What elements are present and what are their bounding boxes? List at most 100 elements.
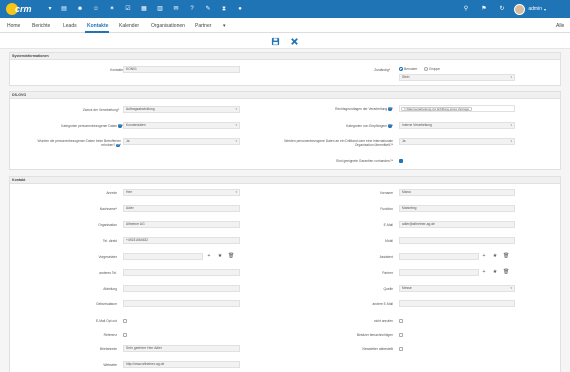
webseite-field[interactable]: http://www.alfnetner-ag.de bbox=[123, 361, 240, 368]
organisation-label: Organisation bbox=[98, 223, 117, 227]
andere-email-label: andere E-Mail bbox=[372, 302, 393, 306]
nav-leads[interactable]: Leads bbox=[63, 23, 77, 29]
assistent-label: Assistent bbox=[379, 255, 393, 259]
erhoben-select[interactable]: Ja ▾ bbox=[123, 138, 240, 145]
nachname-label: Nachname* bbox=[99, 207, 117, 211]
funktion-label: Funktion bbox=[380, 207, 393, 211]
hourglass-icon[interactable]: ⧗ bbox=[220, 5, 228, 13]
chevron-down-icon: ▾ bbox=[510, 123, 512, 127]
help-icon[interactable]: ? bbox=[188, 5, 196, 13]
briefanrede-field[interactable]: Sehr geehrter Herr Adler bbox=[123, 345, 240, 352]
nachname-field[interactable]: Adler bbox=[123, 205, 240, 212]
section-title: Systeminformationen bbox=[10, 53, 560, 60]
nav-all[interactable]: Alle bbox=[556, 23, 564, 29]
andere-email-field[interactable] bbox=[399, 300, 515, 307]
zustaendig-label: Zuständig* bbox=[374, 68, 390, 72]
email-optout-label: E-Mail Opt out bbox=[95, 319, 117, 323]
chevron-down-icon: ▾ bbox=[235, 123, 237, 127]
documents-icon[interactable]: ▤ bbox=[60, 5, 68, 13]
search-icon[interactable]: ⚲ bbox=[462, 5, 470, 13]
nav-berichte[interactable]: Berichte bbox=[32, 23, 50, 29]
besitzer-label: Besitzer benachrichtigen bbox=[356, 333, 393, 337]
zweck-select[interactable]: Auftragsabwicklung ▾ bbox=[123, 106, 240, 113]
action-bar bbox=[0, 33, 570, 49]
geburtsdatum-field[interactable] bbox=[123, 300, 240, 307]
trash-icon[interactable]: 🗑 bbox=[503, 253, 509, 259]
anrede-label: Anrede bbox=[106, 191, 117, 195]
app-logo[interactable]: crm bbox=[2, 1, 48, 17]
calendar-icon[interactable]: ▦ bbox=[140, 5, 148, 13]
abteilung-field[interactable] bbox=[123, 285, 240, 292]
anrede-select[interactable]: Herr ▾ bbox=[123, 189, 240, 196]
vorgesetzter-field[interactable] bbox=[123, 253, 203, 260]
nav-kontakte[interactable]: Kontakte bbox=[87, 23, 108, 29]
rechtsgrundlagen-chip[interactable]: × Datenverarbeitung zur Erfüllung eines … bbox=[401, 107, 472, 111]
user-menu[interactable]: admin ▾ bbox=[514, 3, 546, 15]
drittland-select[interactable]: Ja ▾ bbox=[399, 138, 515, 145]
nav-home[interactable]: Home bbox=[7, 23, 20, 29]
email-field[interactable]: adler@alfnetner-ag.de bbox=[399, 221, 515, 228]
radio-gruppe-label: Gruppe bbox=[429, 67, 440, 71]
tasks-icon[interactable]: ☑ bbox=[124, 5, 132, 13]
email-icon[interactable]: ✉ bbox=[172, 5, 180, 13]
contacts-icon[interactable]: ☻ bbox=[76, 5, 84, 13]
email-label: E-Mail bbox=[383, 223, 393, 227]
nav-organisationen[interactable]: Organisationen bbox=[151, 23, 185, 29]
garantien-checkbox[interactable] bbox=[399, 159, 403, 163]
radio-benutzer[interactable] bbox=[399, 67, 403, 71]
zustaendig-select[interactable]: Stein ▾ bbox=[399, 74, 515, 81]
partner-label: Partner bbox=[382, 271, 393, 275]
star-icon[interactable]: ★ bbox=[492, 269, 498, 275]
handshake-icon[interactable]: ✶ bbox=[108, 5, 116, 13]
menu-icon[interactable]: ▾ bbox=[46, 5, 54, 13]
quelle-select[interactable]: Messe ▾ bbox=[399, 285, 515, 292]
newsletter-label: Newsletter abbestellt bbox=[362, 347, 393, 351]
users-icon[interactable]: ☺ bbox=[92, 5, 100, 13]
nav-partner[interactable]: Partner bbox=[195, 23, 211, 29]
flag-icon[interactable]: ⚑ bbox=[480, 5, 488, 13]
plus-icon[interactable]: + bbox=[481, 253, 487, 259]
star-icon[interactable]: ★ bbox=[217, 253, 223, 259]
mobil-label: Mobil bbox=[385, 239, 393, 243]
tel-direkt-label: Tel. direkt bbox=[102, 239, 117, 243]
nicht-anrufen-label: nicht anrufen bbox=[373, 319, 393, 323]
settings-icon[interactable]: ✎ bbox=[204, 5, 212, 13]
nicht-anrufen-checkbox[interactable] bbox=[399, 319, 403, 323]
radio-gruppe[interactable] bbox=[424, 67, 428, 71]
top-bar: crm ▾ ▤ ☻ ☺ ✶ ☑ ▦ ▥ ✉ ? ✎ ⧗ ● ⚲ ⚑ ↻ ♪ ad… bbox=[0, 0, 570, 18]
cancel-icon[interactable] bbox=[290, 37, 299, 46]
save-icon[interactable] bbox=[271, 37, 280, 46]
referenz-checkbox[interactable] bbox=[123, 333, 127, 337]
vorname-field[interactable]: Marco bbox=[399, 189, 515, 196]
assistent-field[interactable] bbox=[399, 253, 479, 260]
andere-tel-field[interactable] bbox=[123, 269, 240, 276]
newsletter-checkbox[interactable] bbox=[399, 347, 403, 351]
geburtsdatum-label: Geburtsdatum bbox=[96, 302, 117, 306]
funktion-field[interactable]: Marketing bbox=[399, 205, 515, 212]
history-icon[interactable]: ↻ bbox=[498, 5, 506, 13]
plus-icon[interactable]: + bbox=[206, 253, 212, 259]
referenz-label: Referenz bbox=[103, 333, 117, 337]
quelle-label: Quelle bbox=[383, 287, 393, 291]
kategorien-daten-select[interactable]: Kundendaten ▾ bbox=[123, 122, 240, 129]
besitzer-checkbox[interactable] bbox=[399, 333, 403, 337]
email-optout-checkbox[interactable] bbox=[123, 319, 127, 323]
nav-kalender[interactable]: Kalender bbox=[119, 23, 139, 29]
chart-icon[interactable]: ▥ bbox=[156, 5, 164, 13]
main-nav: Home Berichte Leads Kontakte Kalender Or… bbox=[0, 18, 570, 33]
plus-icon[interactable]: + bbox=[481, 269, 487, 275]
star-icon[interactable]: ★ bbox=[492, 253, 498, 259]
partner-field[interactable] bbox=[399, 269, 479, 276]
trash-icon[interactable]: 🗑 bbox=[503, 269, 509, 275]
avatar bbox=[514, 3, 526, 15]
section-systeminformationen: Systeminformationen Kontaktnr. KON01 Zus… bbox=[9, 52, 561, 86]
kategorien-empfaenger-select[interactable]: Interne Verarbeitung ▾ bbox=[399, 122, 515, 129]
tel-direkt-field[interactable]: +49231564632 bbox=[123, 237, 240, 244]
trash-icon[interactable]: 🗑 bbox=[228, 253, 234, 259]
chat-icon[interactable]: ● bbox=[236, 5, 244, 13]
mobil-field[interactable] bbox=[399, 237, 515, 244]
rechtsgrundlagen-multiselect[interactable]: × Datenverarbeitung zur Erfüllung eines … bbox=[399, 105, 515, 112]
nav-more[interactable]: ▾ bbox=[223, 23, 226, 29]
organisation-field[interactable]: Alfnetner AG bbox=[123, 221, 240, 228]
section-title: DS-GVO bbox=[10, 92, 560, 99]
